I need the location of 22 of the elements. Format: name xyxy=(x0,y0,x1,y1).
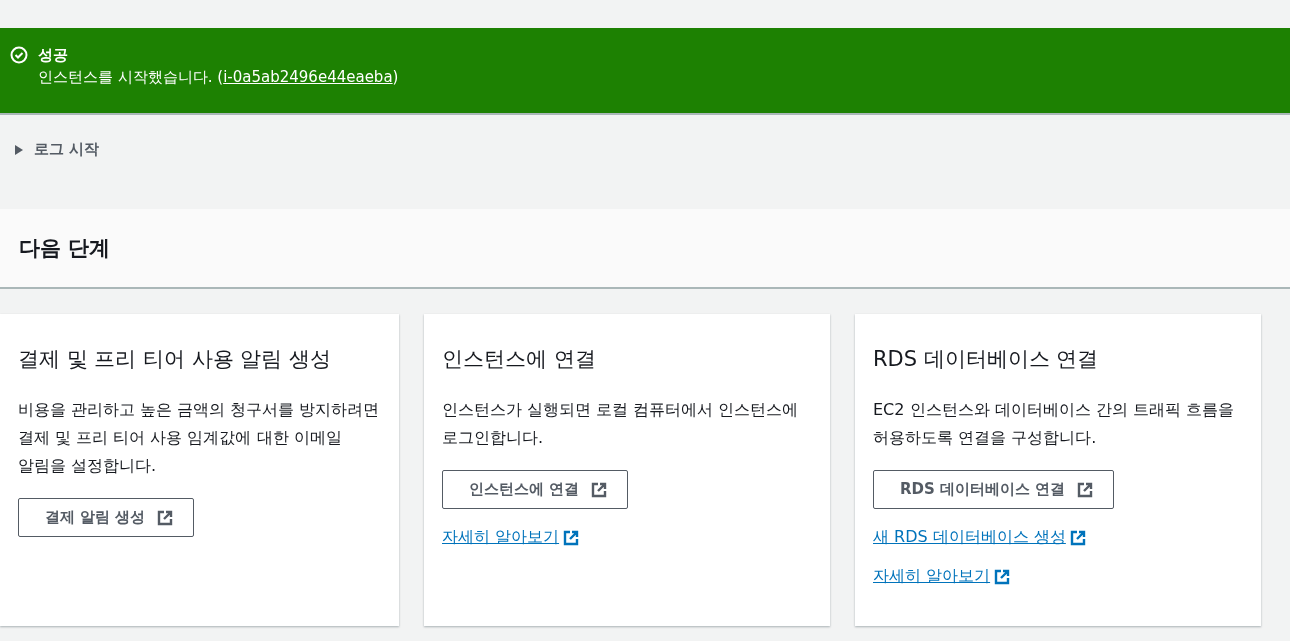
check-circle-icon xyxy=(10,46,28,64)
external-link-icon xyxy=(591,481,608,498)
external-link-icon xyxy=(563,529,580,546)
banner-title: 성공 xyxy=(38,45,69,66)
card-title: 인스턴스에 연결 xyxy=(442,346,596,373)
external-link-icon xyxy=(1069,529,1086,546)
external-link-icon xyxy=(157,509,174,526)
card-description: 비용을 관리하고 높은 금액의 청구서를 방지하려면 결제 및 프리 티어 사용 임계값에 대한 이메일 알림을 설정합니다. xyxy=(18,399,380,477)
action-button[interactable]: 인스턴스에 연결 xyxy=(442,470,629,509)
action-button[interactable]: RDS 데이터베이스 연결 xyxy=(873,470,1115,509)
external-link-icon xyxy=(994,568,1011,585)
action-button[interactable]: 결제 알림 생성 xyxy=(18,498,195,537)
section-title: 다음 단계 xyxy=(19,235,111,262)
launch-log-toggle[interactable]: 로그 시작 xyxy=(14,140,100,159)
card-description: EC2 인스턴스와 데이터베이스 간의 트래픽 흐름을 허용하도록 연결을 구성합니다. xyxy=(873,399,1235,449)
card-title: RDS 데이터베이스 연결 xyxy=(873,346,1099,373)
external-link-icon xyxy=(1077,481,1094,498)
card-description: 인스턴스가 실행되면 로컬 컴퓨터에서 인스턴스에 로그인합니다. xyxy=(442,399,800,449)
card-title: 결제 및 프리 티어 사용 알림 생성 xyxy=(18,346,332,373)
caret-icon xyxy=(14,143,24,156)
instance-id-link[interactable]: i-0a5ab2496e44eaeba xyxy=(223,68,393,86)
banner-message: 인스턴스를 시작했습니다. (i-0a5ab2496e44eaeba) xyxy=(38,67,399,88)
